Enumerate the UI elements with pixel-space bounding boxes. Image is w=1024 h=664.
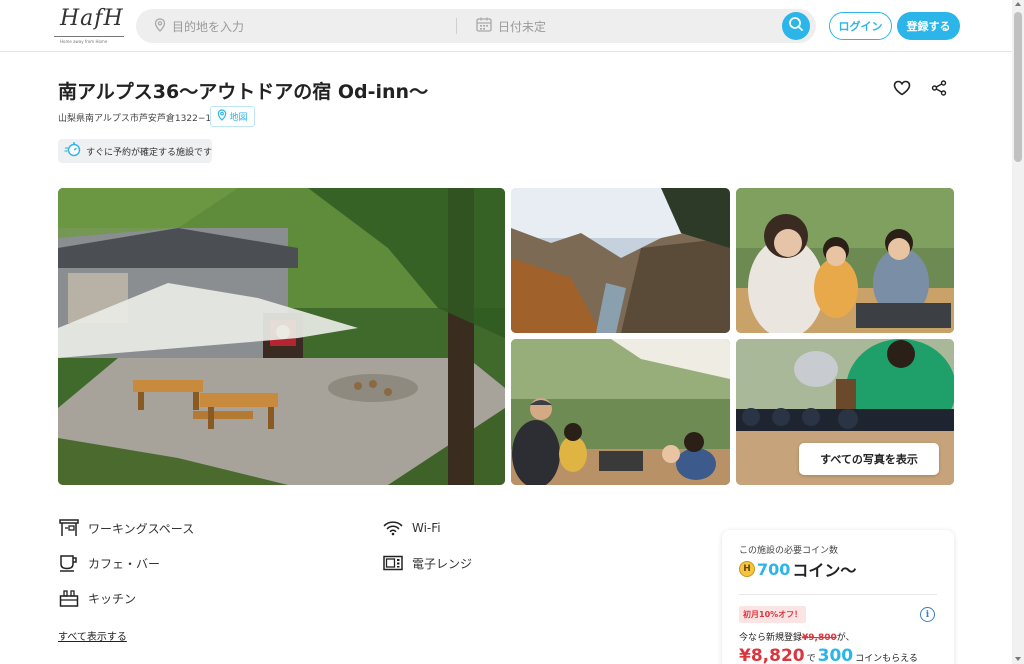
logo-tagline: Home away from Home — [60, 39, 108, 44]
amenity-working-space: ワーキングスペース — [58, 518, 194, 538]
share-icon — [931, 80, 947, 100]
scroll-down-arrow-icon[interactable] — [1015, 657, 1021, 661]
calendar-icon — [476, 17, 492, 36]
favorite-button[interactable] — [891, 79, 913, 101]
scroll-up-arrow-icon[interactable] — [1015, 2, 1021, 6]
stopwatch-icon — [64, 141, 82, 161]
destination-field[interactable]: 目的地を入力 — [154, 9, 244, 43]
coin-price: H 700 コイン〜 — [739, 557, 856, 581]
listing-address: 山梨県南アルプス市芦安芦倉1322−1 — [58, 114, 212, 124]
amenity-label: ワーキングスペース — [88, 521, 195, 536]
coin-unit: コイン〜 — [792, 561, 857, 580]
map-button[interactable]: 地図 — [210, 106, 255, 127]
promo-suffix: が、 — [836, 633, 855, 643]
promo-coins: 300 — [817, 646, 854, 664]
date-field[interactable]: 日付未定 — [476, 9, 546, 43]
instant-booking-label: すぐに予約が確定する施設です — [86, 147, 213, 158]
search-button[interactable] — [782, 12, 810, 40]
location-pin-icon — [154, 17, 166, 36]
login-button[interactable]: ログイン — [829, 12, 892, 40]
desk-icon — [58, 518, 80, 538]
show-all-photos-button[interactable]: すべての写真を表示 — [799, 443, 939, 475]
promo-price-line: ¥8,820 で 300 コインもらえる — [739, 646, 918, 664]
heart-icon — [893, 80, 911, 100]
promo-coins-suffix: コインもらえる — [855, 654, 918, 664]
gallery-photo-main[interactable] — [58, 188, 505, 485]
search-bar: 目的地を入力 日付未定 — [136, 9, 816, 43]
page: HafH Home away from Home 目的地を入力 日付未定 ログイ… — [0, 0, 1024, 664]
amenity-wifi: Wi-Fi — [382, 518, 441, 538]
required-coins-label: この施設の必要コイン数 — [739, 546, 839, 556]
amenity-kitchen: キッチン — [58, 588, 136, 608]
promo-price: ¥8,820 — [739, 646, 805, 664]
promo-text: 今なら新規登録¥9,800が、 — [739, 630, 855, 643]
gallery-photo-3[interactable] — [736, 188, 954, 333]
page-scrollbar[interactable] — [1012, 0, 1024, 664]
card-divider — [739, 594, 937, 595]
logo[interactable]: HafH Home away from Home — [54, 6, 124, 46]
amenity-label: キッチン — [88, 591, 137, 606]
register-button[interactable]: 登録する — [897, 12, 960, 40]
amenity-label: Wi-Fi — [412, 521, 441, 535]
kitchen-icon — [58, 588, 80, 608]
instant-booking-badge: すぐに予約が確定する施設です — [58, 139, 212, 163]
destination-placeholder: 目的地を入力 — [172, 19, 245, 34]
gallery-photo-2[interactable] — [511, 188, 730, 333]
scroll-thumb[interactable] — [1014, 12, 1022, 162]
microwave-icon — [382, 553, 404, 573]
listing-title: 南アルプス36〜アウトドアの宿 Od-inn〜 — [58, 81, 429, 103]
amenity-cafe-bar: カフェ・バー — [58, 553, 160, 573]
booking-card: この施設の必要コイン数 H 700 コイン〜 初月10%オフ！ i 今なら新規登… — [722, 530, 954, 664]
amenity-microwave: 電子レンジ — [382, 553, 472, 573]
top-header: HafH Home away from Home 目的地を入力 日付未定 ログイ… — [0, 0, 1012, 52]
amenity-label: 電子レンジ — [412, 556, 473, 571]
logo-text: HafH — [60, 6, 124, 31]
promo-price-connector: で — [806, 654, 816, 664]
promo-prefix: 今なら新規登録 — [739, 633, 803, 643]
share-button[interactable] — [928, 79, 950, 101]
gallery-photo-4[interactable] — [511, 339, 730, 485]
search-divider — [456, 18, 457, 34]
map-button-label: 地図 — [229, 113, 248, 123]
coin-icon: H — [739, 561, 755, 577]
original-price: ¥9,800 — [802, 633, 837, 643]
wifi-icon — [382, 518, 404, 538]
search-icon — [788, 16, 804, 36]
cup-icon — [58, 553, 80, 573]
show-all-amenities-link[interactable]: すべて表示する — [58, 628, 127, 643]
date-placeholder: 日付未定 — [498, 19, 547, 34]
coin-amount: 700 — [757, 559, 791, 579]
logo-underline — [54, 36, 124, 37]
map-pin-icon — [217, 109, 227, 124]
info-icon[interactable]: i — [920, 607, 935, 622]
promo-badge: 初月10%オフ！ — [739, 606, 807, 623]
amenity-label: カフェ・バー — [88, 556, 161, 571]
